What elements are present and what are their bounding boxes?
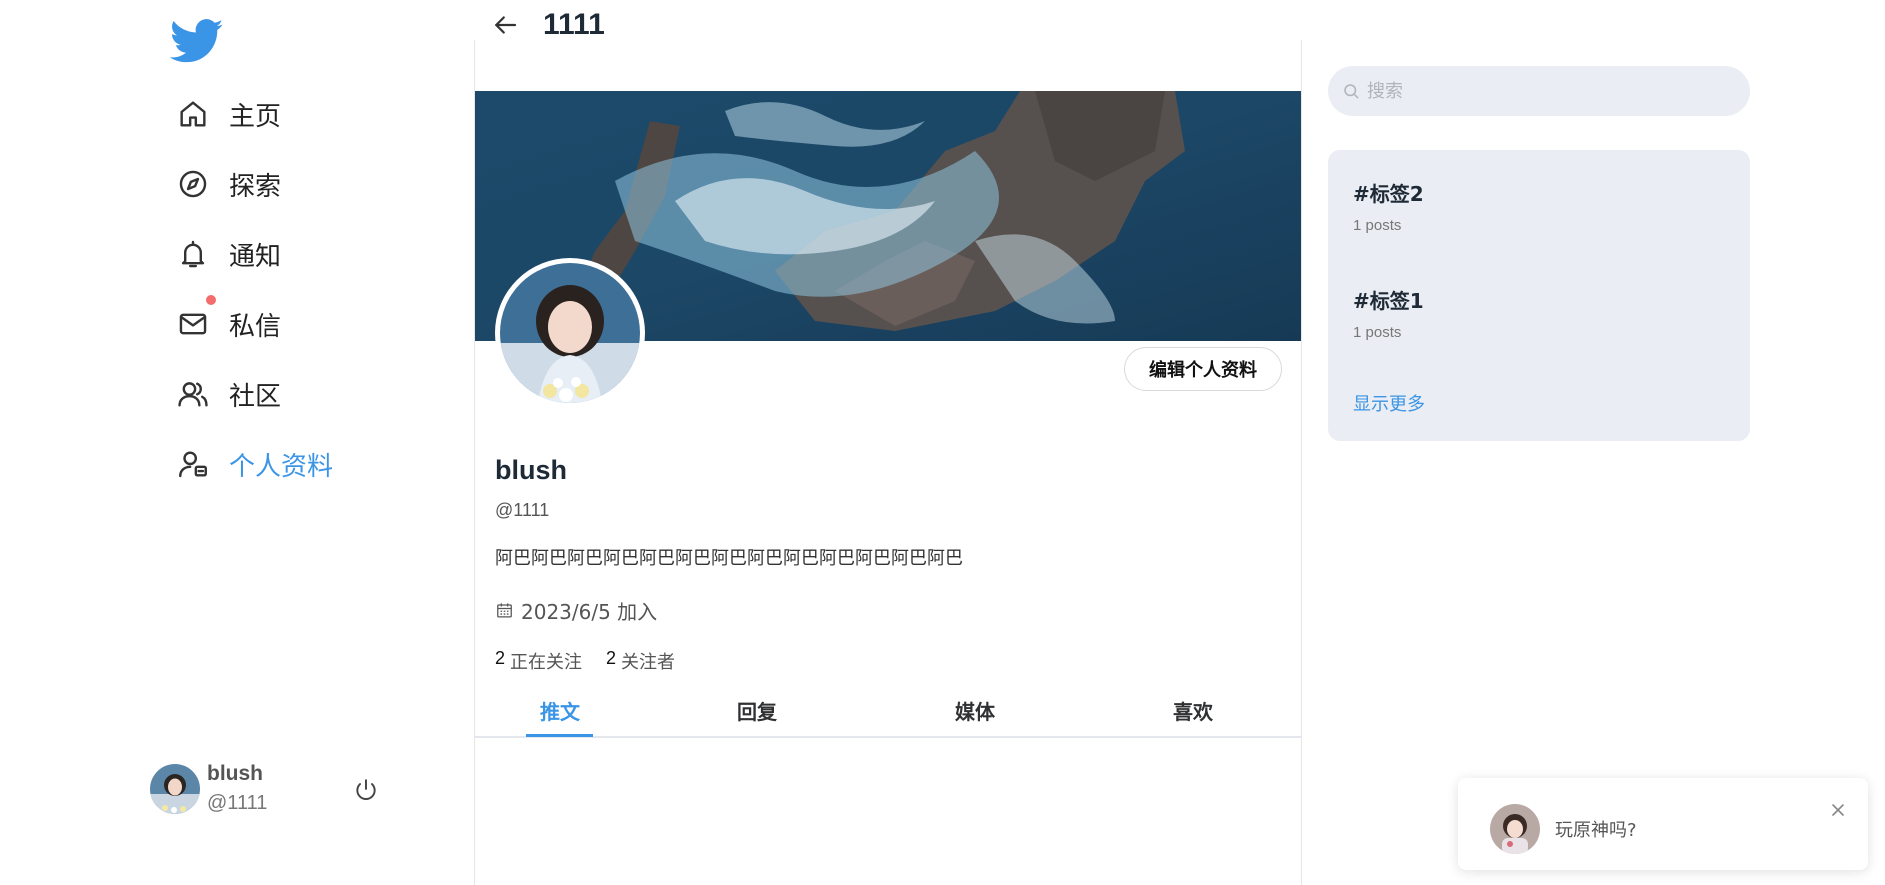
sidebar-item-home[interactable]: 主页 (175, 89, 281, 139)
home-icon (175, 96, 211, 132)
search-box[interactable] (1328, 66, 1750, 116)
unread-badge (206, 295, 216, 305)
profile-bio: 阿巴阿巴阿巴阿巴阿巴阿巴阿巴阿巴阿巴阿巴阿巴阿巴阿巴 (495, 548, 963, 569)
back-arrow-icon[interactable] (490, 10, 520, 40)
profile-tabs: 推文 回复 媒体 喜欢 (475, 696, 1301, 738)
sidebar-item-label: 个人资料 (229, 451, 334, 482)
profile-name: blush (495, 455, 567, 485)
compass-icon (175, 166, 211, 202)
followers-label: 关注者 (621, 652, 676, 673)
avatar (150, 763, 200, 814)
tab-tweets[interactable]: 推文 (525, 696, 595, 736)
following-count: 2 (495, 648, 506, 668)
sidebar-item-notifications[interactable]: 通知 (175, 229, 281, 279)
trends-panel: #标签2 1 posts #标签1 1 posts 显示更多 (1328, 150, 1750, 441)
power-icon[interactable] (353, 777, 379, 803)
following-label: 正在关注 (510, 652, 583, 673)
page-header: 1111 (490, 8, 605, 42)
sidebar-item-explore[interactable]: 探索 (175, 159, 281, 209)
active-tab-indicator (526, 734, 593, 737)
page-title: 1111 (543, 8, 605, 41)
users-icon (175, 376, 211, 412)
trend-item[interactable]: #标签2 1 posts (1353, 178, 1424, 234)
trend-count: 1 posts (1353, 217, 1402, 234)
sidebar-item-label: 主页 (229, 101, 282, 132)
profile-joined-text: 2023/6/5 加入 (521, 600, 658, 624)
profile-follow-stats: 2 正在关注 2 关注者 (495, 648, 699, 674)
profile-avatar[interactable] (495, 258, 645, 408)
following-link[interactable]: 2 正在关注 (495, 648, 582, 674)
avatar (1490, 804, 1540, 854)
current-user-name: blush (207, 762, 263, 785)
sidebar-item-label: 私信 (229, 311, 282, 342)
trend-tag: #标签1 (1353, 289, 1424, 313)
trend-count: 1 posts (1353, 324, 1402, 341)
sidebar-item-label: 探索 (229, 171, 282, 202)
followers-link[interactable]: 2 关注者 (606, 648, 675, 674)
notification-message: 玩原神吗? (1555, 820, 1637, 841)
profile-joined: 2023/6/5 加入 (495, 596, 657, 625)
sidebar-item-label: 通知 (229, 241, 282, 272)
profile-handle: @1111 (495, 500, 550, 520)
search-icon (1344, 84, 1359, 99)
chat-notification[interactable]: 玩原神吗? (1458, 778, 1868, 870)
sidebar-item-messages[interactable]: 私信 (175, 299, 281, 349)
search-input[interactable] (1367, 80, 1727, 102)
tab-media[interactable]: 媒体 (940, 696, 1010, 736)
followers-count: 2 (606, 648, 617, 668)
show-more-link[interactable]: 显示更多 (1353, 390, 1425, 416)
close-icon[interactable] (1830, 802, 1846, 818)
sidebar-item-community[interactable]: 社区 (175, 369, 281, 419)
calendar-icon (497, 603, 512, 618)
mail-icon (175, 306, 211, 342)
bell-icon (175, 236, 211, 272)
twitter-logo-icon[interactable] (166, 14, 228, 68)
current-user-handle: @1111 (207, 792, 268, 814)
profile-card-icon (175, 446, 211, 482)
trend-tag: #标签2 (1353, 182, 1424, 206)
sidebar-item-profile[interactable]: 个人资料 (175, 439, 333, 489)
tab-likes[interactable]: 喜欢 (1158, 696, 1228, 736)
tab-replies[interactable]: 回复 (722, 696, 792, 736)
current-user[interactable]: blush @1111 (150, 762, 267, 815)
trend-item[interactable]: #标签1 1 posts (1353, 285, 1424, 341)
sidebar-item-label: 社区 (229, 381, 282, 412)
edit-profile-button[interactable]: 编辑个人资料 (1124, 347, 1282, 391)
